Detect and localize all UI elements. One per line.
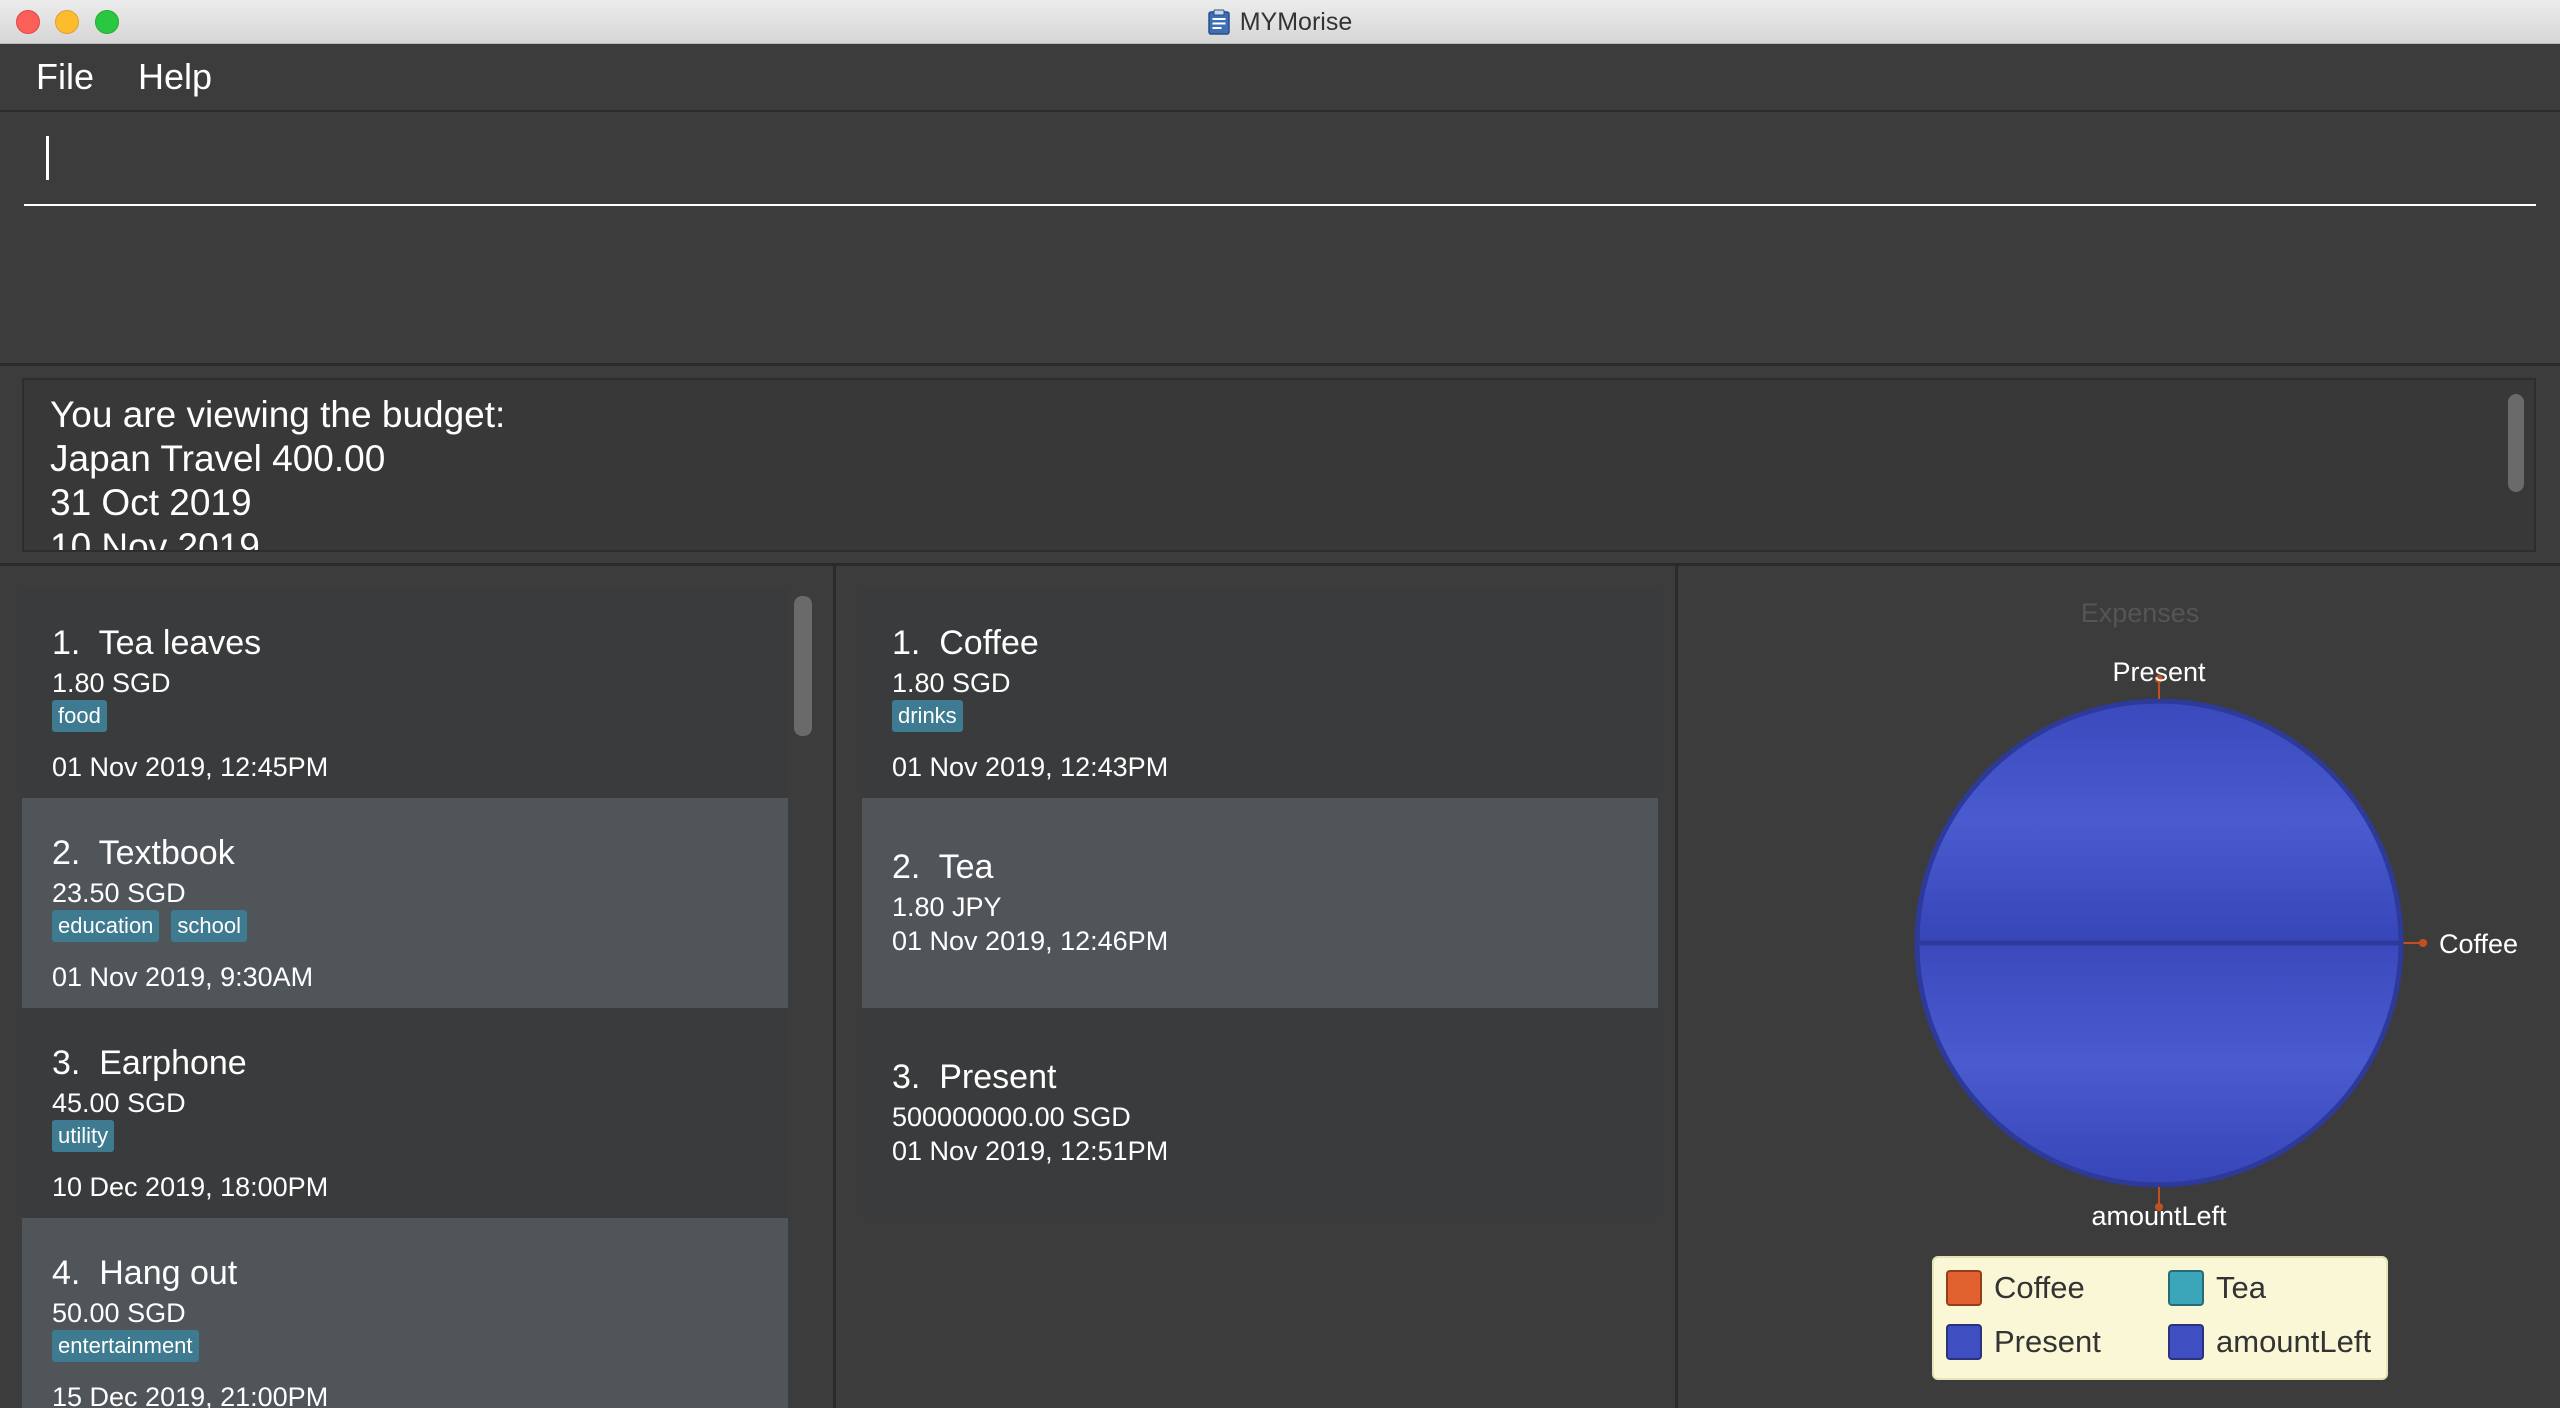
window-title: MYMorise (1239, 7, 1353, 36)
expense-card[interactable]: 2. Tea 1.80 JPY 01 Nov 2019, 12:46PM (862, 798, 1658, 1008)
legend-item: amountLeft (2168, 1324, 2371, 1360)
expense-amount: 50.00 SGD (52, 1298, 186, 1328)
expense-name: 1. Tea leaves (52, 624, 262, 662)
pie-slice-label: Coffee (2439, 929, 2518, 959)
result-line: 10 Nov 2019 (50, 526, 260, 552)
expense-date: 10 Dec 2019, 18:00PM (52, 1172, 329, 1202)
result-line: Japan Travel 400.00 (50, 438, 386, 479)
expense-date: 01 Nov 2019, 12:46PM (892, 926, 1169, 956)
legend-swatch (1946, 1270, 1982, 1306)
tag-list: entertainment (52, 1330, 199, 1362)
expense-card[interactable]: 3. Earphone 45.00 SGD utility 10 Dec 201… (22, 1008, 788, 1218)
pie-label-dot (2419, 939, 2427, 947)
tag-list: drinks (892, 700, 963, 732)
menu-help[interactable]: Help (138, 56, 212, 98)
pie-slice-amountleft (1914, 940, 2404, 1188)
legend-swatch (2168, 1270, 2204, 1306)
legend-item: Tea (2168, 1270, 2266, 1306)
expense-date: 01 Nov 2019, 9:30AM (52, 962, 314, 992)
expense-amount: 23.50 SGD (52, 878, 186, 908)
expense-amount: 45.00 SGD (52, 1088, 186, 1118)
text-caret (46, 136, 49, 180)
expense-date: 01 Nov 2019, 12:51PM (892, 1136, 1169, 1166)
expense-list-middle: 1. Coffee 1.80 SGD drinks 01 Nov 2019, 1… (838, 566, 1678, 1408)
legend-item: Present (1946, 1324, 2101, 1360)
expense-chart-panel: Expenses Present amountLeft Coffee Coffee … (1680, 566, 2560, 1408)
expense-card[interactable]: 4. Hang out 50.00 SGD entertainment 15 D… (22, 1218, 788, 1408)
tag-badge: utility (52, 1120, 115, 1152)
command-input[interactable] (24, 130, 2536, 206)
legend-label: Coffee (1994, 1270, 2085, 1305)
expense-name: 2. Tea (892, 848, 994, 886)
legend-label: Tea (2216, 1270, 2266, 1305)
expense-date: 01 Nov 2019, 12:45PM (52, 752, 329, 782)
expense-card[interactable]: 1. Coffee 1.80 SGD drinks 01 Nov 2019, 1… (862, 588, 1658, 798)
pie-slice-present (1914, 698, 2404, 946)
expense-amount: 500000000.00 SGD (892, 1102, 1131, 1132)
legend-swatch (2168, 1324, 2204, 1360)
legend-label: amountLeft (2216, 1324, 2372, 1359)
expense-name: 4. Hang out (52, 1254, 238, 1292)
chart-legend: Coffee Tea Present amountLeft (1932, 1256, 2388, 1380)
result-text-area[interactable]: You are viewing the budget: Japan Travel… (22, 378, 2536, 552)
pie-slice-label: amountLeft (2091, 1201, 2227, 1231)
window-title-bar: MYMorise (0, 0, 2560, 44)
expense-list-left: 1. Tea leaves 1.80 SGD food 01 Nov 2019,… (0, 566, 836, 1408)
pie-slice-label: Present (2112, 657, 2206, 687)
expense-amount: 1.80 SGD (892, 668, 1011, 698)
menu-bar: File Help (0, 44, 2560, 112)
tag-badge: education (52, 910, 160, 942)
expense-amount: 1.80 JPY (892, 892, 1002, 922)
result-line: 31 Oct 2019 (50, 482, 252, 523)
title-wrap: MYMorise (0, 0, 2560, 44)
legend-item: Coffee (1946, 1270, 2085, 1306)
tag-badge: food (52, 700, 107, 732)
expense-date: 15 Dec 2019, 21:00PM (52, 1382, 329, 1408)
legend-swatch (1946, 1324, 1982, 1360)
expense-card[interactable]: 2. Textbook 23.50 SGD education school 0… (22, 798, 788, 1008)
result-line: You are viewing the budget: (50, 394, 506, 435)
menu-file[interactable]: File (36, 56, 94, 98)
legend-label: Present (1994, 1324, 2101, 1359)
expense-amount: 1.80 SGD (52, 668, 171, 698)
pie-chart: Present amountLeft Coffee (1914, 657, 2518, 1231)
expense-name: 3. Earphone (52, 1044, 247, 1082)
result-scrollbar[interactable] (2508, 394, 2524, 492)
expense-name: 2. Textbook (52, 834, 235, 872)
tag-badge: drinks (892, 700, 963, 732)
tag-badge: school (171, 910, 248, 942)
command-box (0, 112, 2560, 366)
tag-badge: entertainment (52, 1330, 199, 1362)
expense-name: 3. Present (892, 1058, 1057, 1096)
expense-card[interactable]: 1. Tea leaves 1.80 SGD food 01 Nov 2019,… (22, 588, 788, 798)
list-scrollbar[interactable] (794, 596, 812, 736)
tag-list: food (52, 700, 107, 732)
clipboard-icon (1207, 9, 1230, 35)
expense-name: 1. Coffee (892, 624, 1039, 662)
tag-list: utility (52, 1120, 115, 1152)
expense-date: 01 Nov 2019, 12:43PM (892, 752, 1169, 782)
tag-list: education school (52, 910, 248, 942)
expense-card[interactable]: 3. Present 500000000.00 SGD 01 Nov 2019,… (862, 1008, 1658, 1218)
result-display: You are viewing the budget: Japan Travel… (0, 366, 2560, 566)
